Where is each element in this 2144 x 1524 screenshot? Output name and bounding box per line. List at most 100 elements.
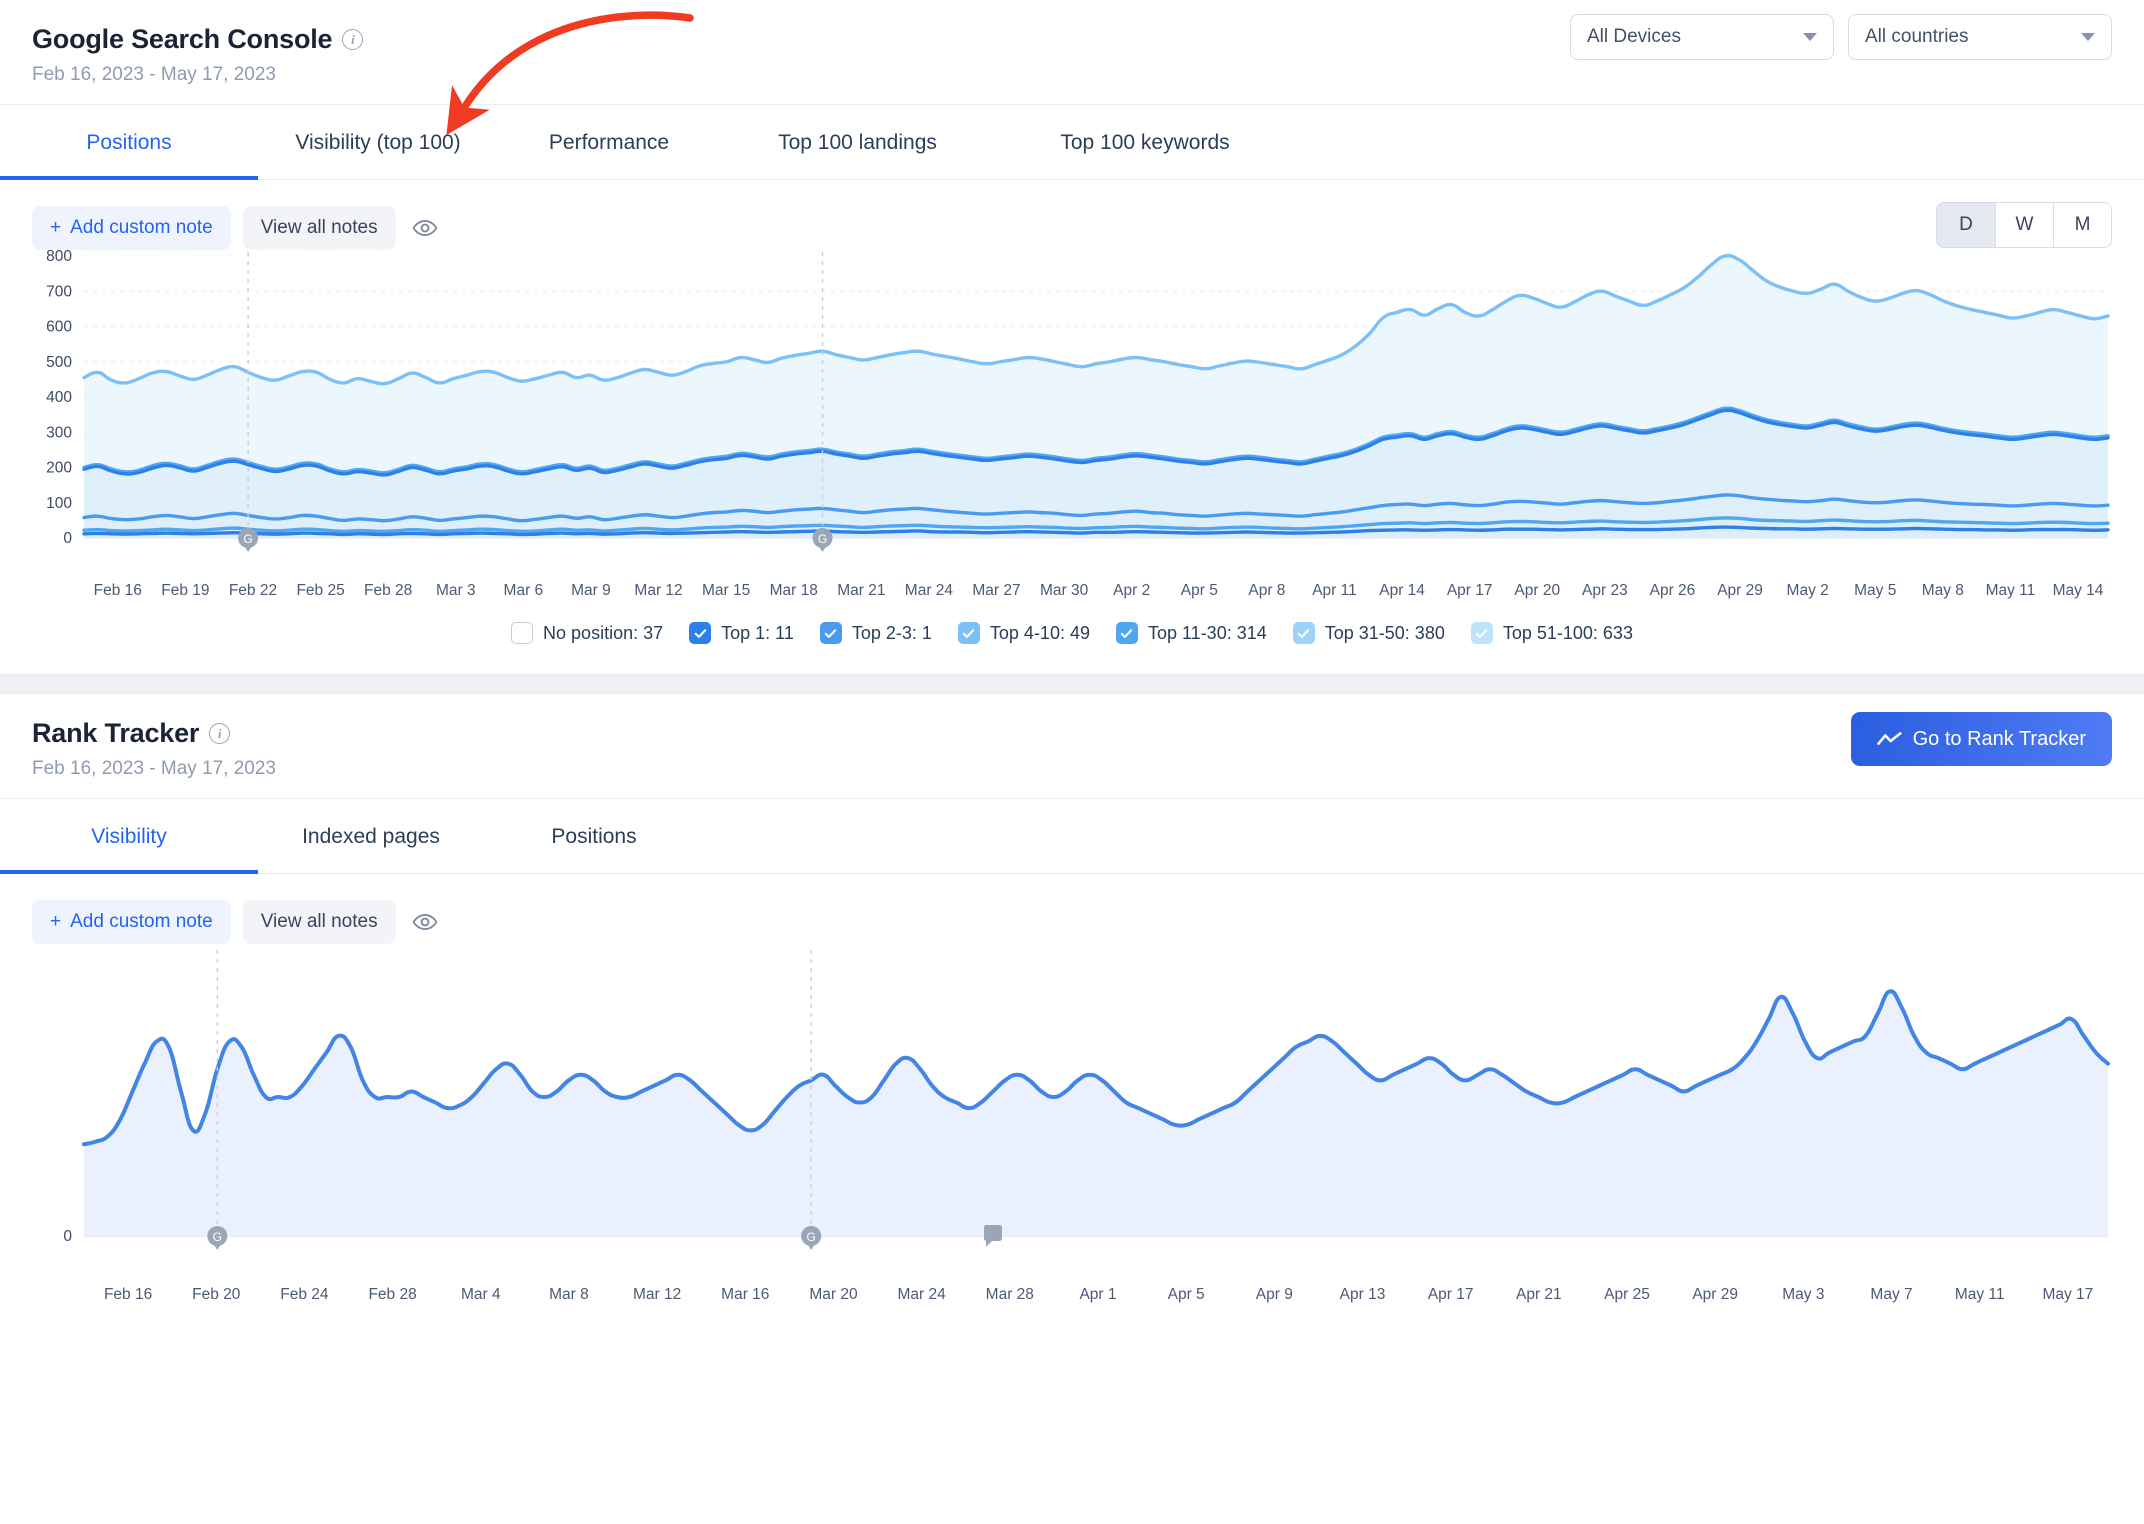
legend-label: Top 2-3: 1 bbox=[851, 622, 932, 643]
google-update-marker[interactable]: G bbox=[801, 1226, 822, 1250]
x-axis-tick: Feb 28 bbox=[364, 582, 413, 599]
country-filter[interactable]: All countries bbox=[1848, 14, 2112, 60]
legend-item-3[interactable]: Top 4-10: 49 bbox=[957, 622, 1090, 644]
legend-item-1[interactable]: Top 1: 11 bbox=[689, 622, 794, 644]
rt-title-row: Rank Tracker i bbox=[32, 718, 2112, 749]
svg-text:G: G bbox=[818, 532, 827, 546]
x-axis-tick: Mar 12 bbox=[634, 582, 683, 599]
legend-checkbox[interactable] bbox=[957, 622, 980, 644]
tab-visibility-top-100[interactable]: Visibility (top 100) bbox=[258, 105, 498, 179]
add-custom-note-button[interactable]: + Add custom note bbox=[32, 206, 231, 250]
x-axis-tick: Apr 21 bbox=[1516, 1286, 1562, 1303]
y-axis-tick: 200 bbox=[46, 460, 72, 477]
x-axis-tick: Mar 24 bbox=[897, 1286, 946, 1303]
tab-positions[interactable]: Positions bbox=[0, 105, 258, 180]
legend-checkbox[interactable] bbox=[1292, 622, 1315, 644]
x-axis-tick: Mar 27 bbox=[972, 582, 1021, 599]
x-axis-tick: Mar 18 bbox=[769, 582, 818, 599]
go-to-rank-tracker-button[interactable]: Go to Rank Tracker bbox=[1850, 712, 2112, 766]
tab-positions[interactable]: Positions bbox=[484, 799, 704, 873]
legend-item-4[interactable]: Top 11-30: 314 bbox=[1115, 622, 1267, 644]
y-axis-tick: 800 bbox=[46, 250, 72, 265]
x-axis-tick: Apr 14 bbox=[1379, 582, 1425, 599]
svg-text:G: G bbox=[807, 1230, 816, 1244]
tab-top-100-landings[interactable]: Top 100 landings bbox=[720, 105, 995, 179]
legend-item-2[interactable]: Top 2-3: 1 bbox=[819, 622, 932, 644]
google-update-marker[interactable]: G bbox=[238, 528, 259, 552]
gsc-positions-chart[interactable]: 0 100 200 300 400 500 600 700 800 G G bbox=[32, 250, 2112, 570]
add-custom-note-button[interactable]: + Add custom note bbox=[32, 900, 231, 944]
x-axis-tick: May 17 bbox=[2042, 1286, 2094, 1303]
legend-label: Top 4-10: 49 bbox=[989, 622, 1090, 643]
gsc-header: Google Search Console i Feb 16, 2023 - M… bbox=[0, 0, 2144, 104]
granularity-month[interactable]: M bbox=[2053, 203, 2111, 247]
section-divider bbox=[0, 674, 2144, 694]
y-axis-tick: 0 bbox=[63, 530, 72, 547]
legend-label: Top 1: 11 bbox=[721, 622, 794, 643]
device-filter[interactable]: All Devices bbox=[1570, 14, 1834, 60]
x-axis-tick: Mar 6 bbox=[503, 582, 544, 599]
x-axis-tick: Mar 12 bbox=[632, 1286, 682, 1303]
page-title: Google Search Console bbox=[32, 24, 333, 54]
info-icon[interactable]: i bbox=[209, 723, 231, 744]
x-axis-tick: Mar 4 bbox=[460, 1286, 501, 1303]
x-axis-tick: Feb 24 bbox=[280, 1286, 329, 1303]
legend-item-0[interactable]: No position: 37 bbox=[511, 622, 663, 644]
x-axis-tick: Apr 13 bbox=[1339, 1286, 1386, 1303]
x-axis-tick: Mar 20 bbox=[809, 1286, 858, 1303]
google-search-console-panel: Google Search Console i Feb 16, 2023 - M… bbox=[0, 0, 2144, 674]
legend-checkbox[interactable] bbox=[511, 622, 534, 644]
granularity-toggle: D W M bbox=[1936, 202, 2112, 248]
granularity-day[interactable]: D bbox=[1937, 203, 1995, 247]
legend-checkbox[interactable] bbox=[1115, 622, 1138, 644]
gsc-filters: All Devices All countries bbox=[1570, 14, 2112, 60]
custom-note-marker[interactable] bbox=[983, 1225, 1002, 1247]
legend-label: No position: 37 bbox=[543, 622, 664, 643]
x-axis-tick: May 7 bbox=[1870, 1286, 1913, 1303]
legend-checkbox[interactable] bbox=[819, 622, 842, 644]
legend-label: Top 31-50: 380 bbox=[1324, 622, 1445, 643]
google-update-marker[interactable]: G bbox=[207, 1226, 228, 1250]
x-axis-tick: Feb 16 bbox=[103, 1286, 153, 1303]
x-axis-tick: Apr 11 bbox=[1312, 582, 1357, 599]
gsc-x-axis: Feb 16 Feb 19 Feb 22 Feb 25 Feb 28 Mar 3 Mar 6… bbox=[32, 570, 2112, 600]
device-filter-value: All Devices bbox=[1587, 26, 1681, 47]
google-update-marker[interactable]: G bbox=[812, 528, 833, 552]
x-axis-tick: Mar 28 bbox=[985, 1286, 1034, 1303]
x-axis-tick: May 3 bbox=[1782, 1286, 1825, 1303]
tab-indexed-pages[interactable]: Indexed pages bbox=[258, 799, 484, 873]
x-axis-tick: Apr 5 bbox=[1167, 1286, 1205, 1303]
x-axis-tick: Apr 17 bbox=[1427, 1286, 1474, 1303]
view-all-notes-button[interactable]: View all notes bbox=[242, 206, 396, 250]
x-axis-tick: Mar 15 bbox=[702, 582, 751, 599]
x-axis-tick: Mar 3 bbox=[435, 582, 476, 599]
tab-visibility[interactable]: Visibility bbox=[0, 799, 258, 874]
plus-icon: + bbox=[50, 911, 62, 932]
x-axis-tick: Apr 29 bbox=[1717, 582, 1763, 599]
add-custom-note-label: Add custom note bbox=[70, 217, 213, 238]
granularity-week[interactable]: W bbox=[1995, 203, 2053, 247]
gsc-note-toolbar: + Add custom note View all notes D W M bbox=[0, 180, 2144, 250]
gsc-tabs: Positions Visibility (top 100) Performan… bbox=[0, 104, 2144, 180]
rank-tracker-visibility-chart[interactable]: 0 G G bbox=[32, 944, 2112, 1274]
add-custom-note-label: Add custom note bbox=[70, 911, 213, 932]
x-axis-tick: May 8 bbox=[1921, 582, 1964, 599]
eye-icon[interactable] bbox=[408, 905, 442, 939]
x-axis-tick: Mar 30 bbox=[1039, 582, 1089, 599]
legend-checkbox[interactable] bbox=[689, 622, 712, 644]
legend-item-6[interactable]: Top 51-100: 633 bbox=[1470, 622, 1633, 644]
rank-tracker-panel: Rank Tracker i Feb 16, 2023 - May 17, 20… bbox=[0, 694, 2144, 1304]
x-axis-tick: Feb 16 bbox=[93, 582, 142, 599]
tab-top-100-keywords[interactable]: Top 100 keywords bbox=[995, 105, 1295, 179]
tab-performance[interactable]: Performance bbox=[498, 105, 720, 179]
eye-icon[interactable] bbox=[408, 211, 442, 245]
view-all-notes-button[interactable]: View all notes bbox=[242, 900, 396, 944]
x-axis-tick: Feb 25 bbox=[296, 582, 345, 599]
legend-item-5[interactable]: Top 31-50: 380 bbox=[1292, 622, 1445, 644]
info-icon[interactable]: i bbox=[342, 29, 364, 50]
chart-area-visibility bbox=[84, 991, 2108, 1236]
legend-checkbox[interactable] bbox=[1470, 622, 1493, 644]
x-axis-tick: Apr 25 bbox=[1604, 1286, 1650, 1303]
x-axis-tick: Apr 2 bbox=[1113, 582, 1151, 599]
legend-label: Top 11-30: 314 bbox=[1147, 622, 1267, 643]
